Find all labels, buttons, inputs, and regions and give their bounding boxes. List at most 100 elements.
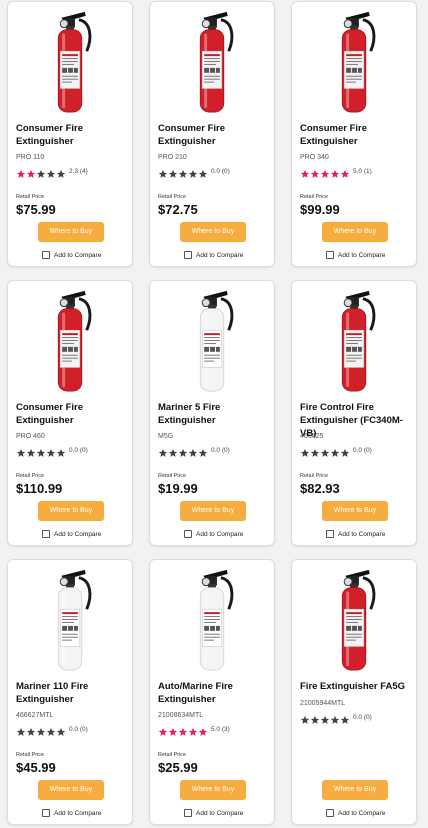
product-title[interactable]: Mariner 5 Fire Extinguisher [158,401,274,427]
white-fire-extinguisher-icon[interactable] [150,566,276,674]
product-sku: 466425 [300,433,324,440]
retail-price-label: Retail Price [16,473,45,479]
product-card[interactable]: Fire Extinguisher FA5G 21005944MTL 0.0 (0)… [291,559,417,825]
red-fire-extinguisher-icon[interactable] [8,8,134,116]
star-icon [26,445,36,457]
product-card[interactable]: Auto/Marine Fire Extinguisher 21008634MTL… [149,559,275,825]
add-to-compare[interactable]: Add to Compare [184,529,243,539]
red-fire-extinguisher-icon[interactable] [150,8,276,116]
red-fire-extinguisher-icon[interactable] [292,8,418,116]
rating-count: 0.0 (0) [353,446,372,454]
where-to-buy-button[interactable]: Where to Buy [38,222,104,242]
product-title[interactable]: Consumer Fire Extinguisher [16,122,132,148]
star-icon [310,166,320,178]
star-icon [46,724,56,736]
product-title[interactable]: Fire Extinguisher FA5G [300,680,416,693]
product-card[interactable]: Fire Control Fire Extinguisher (FC340M-V… [291,280,417,546]
product-title[interactable]: Consumer Fire Extinguisher [300,122,416,148]
product-card[interactable]: Consumer Fire Extinguisher PRO 210 0.0 (0)… [149,1,275,267]
product-card[interactable]: Mariner 5 Fire Extinguisher M5G 0.0 (0) Ret… [149,280,275,546]
star-rating[interactable]: 0.0 (0) [158,444,230,457]
where-to-buy-button[interactable]: Where to Buy [180,780,246,800]
star-icon [56,724,66,736]
star-rating[interactable]: 2.3 (4) [16,165,88,178]
star-rating[interactable]: 0.0 (0) [16,444,88,457]
rating-count: 5.0 (3) [211,725,230,733]
compare-label: Add to Compare [338,530,386,538]
star-icon [46,445,56,457]
retail-price-label: Retail Price [158,473,187,479]
add-to-compare[interactable]: Add to Compare [42,529,101,539]
star-icon [330,166,340,178]
where-to-buy-button[interactable]: Where to Buy [180,222,246,242]
star-icon [158,445,168,457]
add-to-compare[interactable]: Add to Compare [42,808,101,818]
white-fire-extinguisher-icon[interactable] [150,287,276,395]
star-rating[interactable]: 5.0 (1) [300,165,372,178]
star-icon [340,445,350,457]
compare-checkbox[interactable] [326,809,334,817]
compare-checkbox[interactable] [42,809,50,817]
product-card[interactable]: Consumer Fire Extinguisher PRO 460 0.0 (0)… [7,280,133,546]
compare-checkbox[interactable] [184,530,192,538]
product-title[interactable]: Auto/Marine Fire Extinguisher [158,680,274,706]
star-icon [320,166,330,178]
star-rating[interactable]: 0.0 (0) [16,723,88,736]
star-icon [26,724,36,736]
red-fire-extinguisher-icon[interactable] [8,287,134,395]
product-price: $75.99 [16,202,56,217]
compare-label: Add to Compare [54,251,102,259]
star-rating[interactable]: 0.0 (0) [300,711,372,724]
add-to-compare[interactable]: Add to Compare [184,808,243,818]
product-title[interactable]: Consumer Fire Extinguisher [16,401,132,427]
compare-checkbox[interactable] [184,251,192,259]
where-to-buy-button[interactable]: Where to Buy [38,780,104,800]
star-icon [168,724,178,736]
product-card[interactable]: Consumer Fire Extinguisher PRO 110 2.3 (4)… [7,1,133,267]
where-to-buy-button[interactable]: Where to Buy [322,222,388,242]
star-icon [310,445,320,457]
product-title[interactable]: Consumer Fire Extinguisher [158,122,274,148]
product-card[interactable]: Consumer Fire Extinguisher PRO 340 5.0 (1)… [291,1,417,267]
rating-count: 0.0 (0) [69,446,88,454]
add-to-compare[interactable]: Add to Compare [326,529,385,539]
red-fire-extinguisher-icon[interactable] [292,287,418,395]
product-sku: 466627MTL [16,712,54,719]
white-fire-extinguisher-icon[interactable] [8,566,134,674]
product-title[interactable]: Mariner 110 Fire Extinguisher [16,680,132,706]
star-icon [16,445,26,457]
compare-checkbox[interactable] [42,530,50,538]
where-to-buy-button[interactable]: Where to Buy [38,501,104,521]
star-icon [300,445,310,457]
star-icon [198,724,208,736]
add-to-compare[interactable]: Add to Compare [42,250,101,260]
product-sku: 21008634MTL [158,712,204,719]
product-price: $19.99 [158,481,198,496]
compare-checkbox[interactable] [326,530,334,538]
compare-checkbox[interactable] [42,251,50,259]
rating-count: 0.0 (0) [69,725,88,733]
star-icon [178,724,188,736]
star-rating[interactable]: 0.0 (0) [300,444,372,457]
star-rating[interactable]: 5.0 (3) [158,723,230,736]
where-to-buy-button[interactable]: Where to Buy [322,501,388,521]
star-icon [56,166,66,178]
compare-checkbox[interactable] [326,251,334,259]
product-card[interactable]: Mariner 110 Fire Extinguisher 466627MTL 0.… [7,559,133,825]
where-to-buy-button[interactable]: Where to Buy [322,780,388,800]
add-to-compare[interactable]: Add to Compare [184,250,243,260]
compare-label: Add to Compare [196,530,244,538]
product-price: $72.75 [158,202,198,217]
retail-price-label: Retail Price [300,194,329,200]
add-to-compare[interactable]: Add to Compare [326,808,385,818]
red-fire-extinguisher-icon[interactable] [292,566,418,674]
star-rating[interactable]: 0.0 (0) [158,165,230,178]
star-icon [168,166,178,178]
star-icon [198,166,208,178]
compare-checkbox[interactable] [184,809,192,817]
add-to-compare[interactable]: Add to Compare [326,250,385,260]
star-icon [340,712,350,724]
where-to-buy-button[interactable]: Where to Buy [180,501,246,521]
star-icon [158,166,168,178]
product-grid: Consumer Fire Extinguisher PRO 110 2.3 (4)… [0,0,428,828]
